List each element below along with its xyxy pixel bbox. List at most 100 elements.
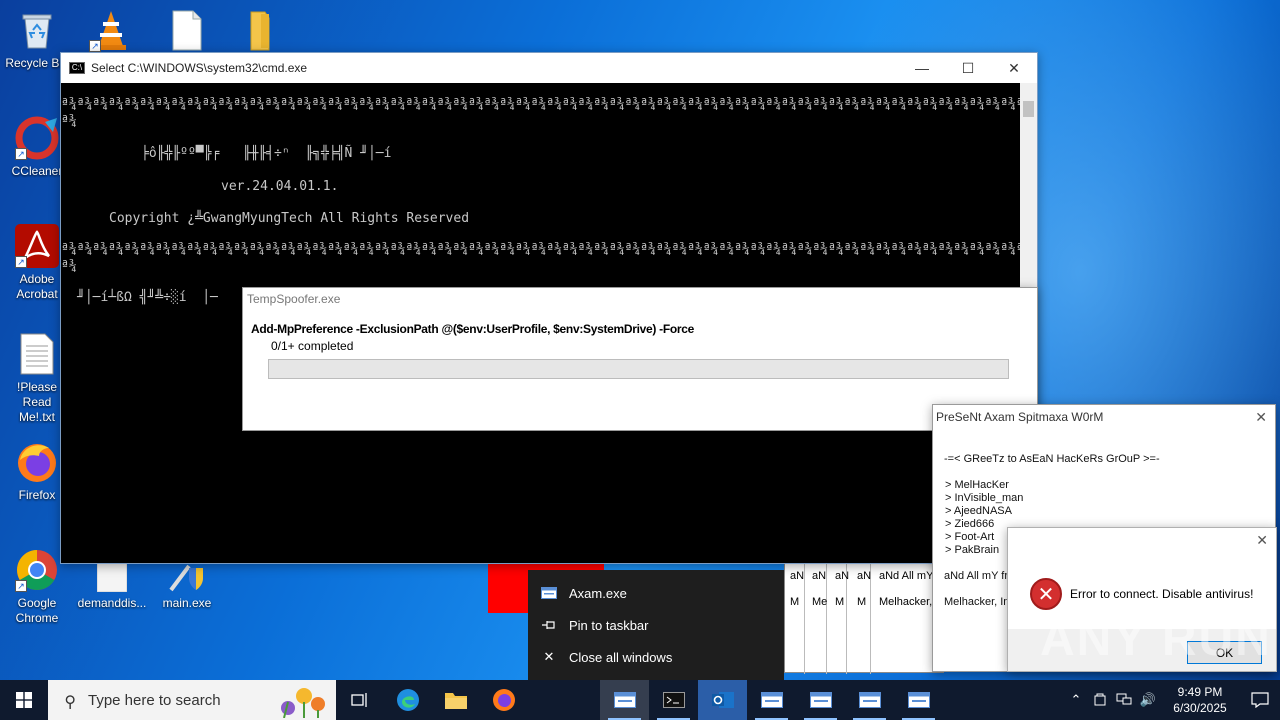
taskbar: ⚲ Type here to search ⌃ 🔊 9:49 PM 6/30/2… xyxy=(0,680,1280,720)
desktop-icon-main-exe[interactable]: main.exe xyxy=(150,562,224,611)
cmd-titlebar[interactable]: C:\ Select C:\WINDOWS\system32\cmd.exe —… xyxy=(61,53,1037,83)
error-message: Error to connect. Disable antivirus! xyxy=(1070,587,1254,601)
tempspoofer-window[interactable]: TempSpoofer.exe Add-MpPreference -Exclus… xyxy=(242,287,1038,431)
app-window-icon xyxy=(809,692,832,708)
search-highlight-flowers-icon xyxy=(274,682,332,719)
taskbar-cmd[interactable] xyxy=(649,680,698,720)
desktop-icon-vlc[interactable]: ↗ xyxy=(74,8,148,56)
volume-icon[interactable]: 🔊 xyxy=(1136,692,1160,708)
stacked-line: M xyxy=(857,596,867,608)
shortcut-arrow-icon: ↗ xyxy=(15,148,27,160)
file-icon xyxy=(96,561,128,593)
taskbar-axam-group[interactable] xyxy=(600,680,649,720)
close-icon[interactable]: ✕ xyxy=(1256,532,1268,549)
spoofer-progress-bar xyxy=(268,359,1009,379)
list-item: > MelHacKer xyxy=(945,479,1009,491)
stacked-line: aN xyxy=(790,570,805,582)
spoofer-command-text: Add-MpPreference -ExclusionPath @($env:U… xyxy=(251,322,695,336)
console-icon xyxy=(662,692,685,708)
jump-item-label: Axam.exe xyxy=(569,585,627,601)
search-icon: ⚲ xyxy=(64,694,76,711)
maximize-button[interactable]: ☐ xyxy=(945,53,991,83)
recycle-bin-icon xyxy=(15,8,59,52)
app-window-icon xyxy=(613,692,636,708)
security-icon[interactable] xyxy=(1088,692,1112,709)
jump-item-axam[interactable]: Axam.exe xyxy=(528,577,784,609)
stacked-line: Me xyxy=(812,596,828,608)
shortcut-arrow-icon: ↗ xyxy=(15,580,27,592)
firefox-icon xyxy=(493,689,515,711)
taskbar-edge[interactable] xyxy=(384,680,432,720)
acrobat-icon: ↗ xyxy=(15,224,59,268)
minimize-button[interactable]: — xyxy=(899,53,945,83)
taskbar-app-window[interactable] xyxy=(894,680,943,720)
folder-icon xyxy=(445,693,467,709)
app-window-icon xyxy=(760,692,783,708)
notifications-icon[interactable] xyxy=(1240,692,1280,708)
shortcut-arrow-icon: ↗ xyxy=(15,256,27,268)
jump-item-label: Close all windows xyxy=(569,649,673,665)
desktop-icon-label: Adobe Acrobat xyxy=(16,272,58,301)
jump-item-label: Pin to taskbar xyxy=(569,617,649,633)
list-item: > AjeedNASA xyxy=(945,505,1012,517)
watermark: ANY RUN xyxy=(1040,613,1272,666)
start-button[interactable] xyxy=(0,680,48,720)
taskbar-outlook[interactable] xyxy=(698,680,747,720)
cmd-title: Select C:\WINDOWS\system32\cmd.exe xyxy=(91,61,308,75)
worm-footer-line1: aNd All mY fr xyxy=(944,570,1008,582)
taskbar-app-window[interactable] xyxy=(796,680,845,720)
taskbar-file-explorer[interactable] xyxy=(432,680,480,720)
task-view-button[interactable] xyxy=(336,680,384,720)
jump-item-pin[interactable]: Pin to taskbar xyxy=(528,609,784,641)
copyright-text: Copyright ¿╩GwangMyungTech All Rights Re… xyxy=(109,211,470,226)
desktop-icon-folder[interactable] xyxy=(222,8,296,56)
search-box[interactable]: ⚲ Type here to search xyxy=(48,680,336,720)
installer-shield-icon xyxy=(167,562,207,592)
separator-tail: ª¾ xyxy=(61,259,77,274)
chevron-up-icon[interactable]: ⌃ xyxy=(1064,692,1088,708)
greet-text: -=< GReeTz to AsEaN HacKeRs GrOuP >=- xyxy=(944,453,1160,465)
ccleaner-icon: ↗ xyxy=(15,116,59,160)
desktop-icon-label: Google Chrome xyxy=(15,596,59,625)
taskbar-app-window[interactable] xyxy=(845,680,894,720)
taskbar-app-window[interactable] xyxy=(747,680,796,720)
version-text: ver.24.04.01.1. xyxy=(221,179,339,194)
separator-tail: ª¾ xyxy=(61,114,77,129)
file-icon xyxy=(165,8,209,52)
list-item: > InVisible_man xyxy=(945,492,1024,504)
jump-item-close-all[interactable]: ✕ Close all windows xyxy=(528,641,784,673)
stacked-line: aN xyxy=(857,570,872,582)
search-placeholder: Type here to search xyxy=(88,691,221,709)
app-window-icon xyxy=(858,692,881,708)
worm-title: PreSeNt Axam Spitmaxa W0rM xyxy=(936,410,1104,424)
clock[interactable]: 9:49 PM 6/30/2025 xyxy=(1160,684,1240,716)
close-button[interactable]: ✕ xyxy=(991,53,1037,83)
desktop-icon-label: demanddis... xyxy=(77,596,147,610)
separator-line: ª¾ª¾ª¾ª¾ª¾ª¾ª¾ª¾ª¾ª¾ª¾ª¾ª¾ª¾ª¾ª¾ª¾ª¾ª¾ª¾… xyxy=(61,97,1021,112)
stacked-line: aN xyxy=(835,570,850,582)
firefox-icon xyxy=(15,440,59,484)
scroll-thumb[interactable] xyxy=(1023,101,1034,117)
worm-titlebar[interactable]: PreSeNt Axam Spitmaxa W0rM ✕ xyxy=(933,405,1275,429)
desktop-icon-blank-file[interactable] xyxy=(150,8,224,56)
app-window-icon xyxy=(540,586,558,600)
edge-icon xyxy=(397,689,419,711)
close-icon[interactable]: ✕ xyxy=(1255,409,1267,426)
desktop-icon-demanddis[interactable]: demanddis... xyxy=(75,561,149,611)
garbled-status-text: ╜│─í┴ßΩ ╣╜╩÷░í │─ xyxy=(77,290,218,305)
taskbar-jump-list[interactable]: Axam.exe Pin to taskbar ✕ Close all wind… xyxy=(528,570,784,680)
pin-icon xyxy=(540,618,558,632)
text-file-icon xyxy=(15,332,59,376)
worm-footer-line2: Melhacker, In xyxy=(944,596,1010,608)
desktop-icon-label: main.exe xyxy=(162,596,212,610)
shortcut-arrow-icon: ↗ xyxy=(89,40,101,52)
folder-icon xyxy=(237,8,281,52)
spoofer-progress-text: 0/1+ completed xyxy=(271,339,354,353)
app-window-icon xyxy=(907,692,930,708)
task-view-icon xyxy=(351,693,367,707)
windows-logo-icon xyxy=(16,692,32,708)
taskbar-firefox[interactable] xyxy=(480,680,528,720)
stacked-line: aN xyxy=(812,570,827,582)
stacked-line: M xyxy=(790,596,800,608)
network-icon[interactable] xyxy=(1112,692,1136,709)
